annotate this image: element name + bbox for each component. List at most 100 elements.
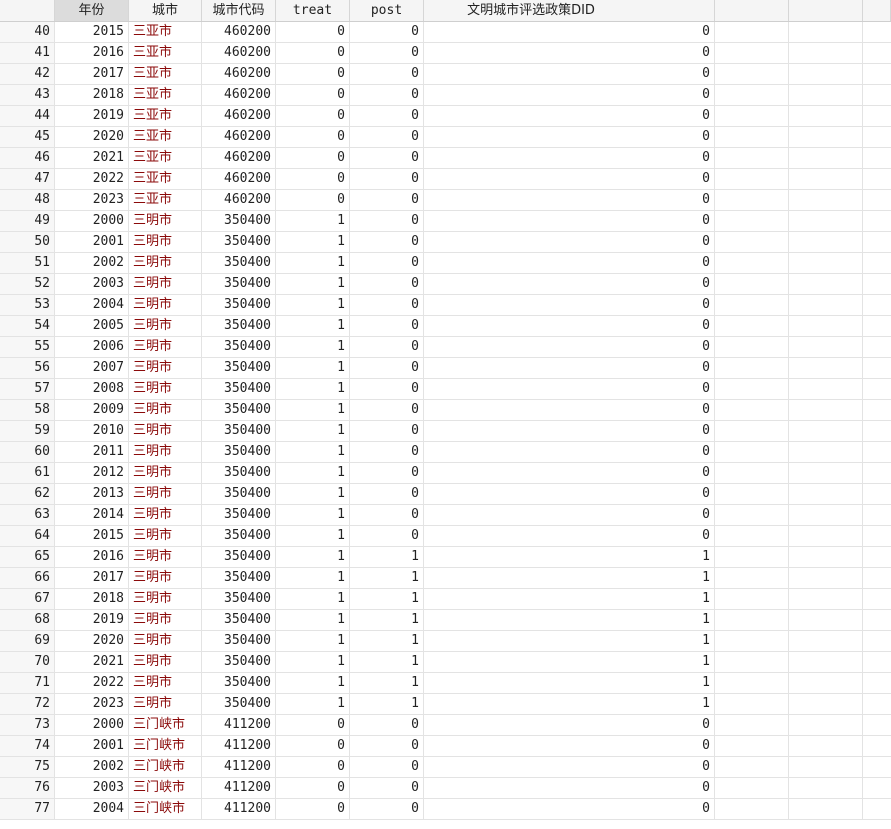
cell-year[interactable]: 2009 <box>55 400 129 420</box>
cell-post[interactable]: 0 <box>350 400 424 420</box>
cell-post[interactable]: 0 <box>350 715 424 735</box>
cell-post[interactable]: 1 <box>350 610 424 630</box>
cell-empty[interactable] <box>715 484 789 504</box>
cell-city-code[interactable]: 350400 <box>202 379 276 399</box>
cell-year[interactable]: 2003 <box>55 778 129 798</box>
table-row[interactable]: 61 2012 三明市 350400 1 0 0 <box>0 463 891 484</box>
cell-city-code[interactable]: 411200 <box>202 715 276 735</box>
cell-city-code[interactable]: 350400 <box>202 316 276 336</box>
table-row[interactable]: 55 2006 三明市 350400 1 0 0 <box>0 337 891 358</box>
cell-empty[interactable] <box>863 211 891 231</box>
cell-city-code[interactable]: 350400 <box>202 211 276 231</box>
table-row[interactable]: 60 2011 三明市 350400 1 0 0 <box>0 442 891 463</box>
cell-treat[interactable]: 0 <box>276 736 350 756</box>
row-number[interactable]: 74 <box>0 736 55 756</box>
cell-city-code[interactable]: 350400 <box>202 358 276 378</box>
table-row[interactable]: 53 2004 三明市 350400 1 0 0 <box>0 295 891 316</box>
cell-empty[interactable] <box>789 127 863 147</box>
cell-empty[interactable] <box>863 274 891 294</box>
cell-post[interactable]: 0 <box>350 421 424 441</box>
cell-empty[interactable] <box>789 379 863 399</box>
cell-empty[interactable] <box>715 148 789 168</box>
column-header-empty-2[interactable] <box>789 0 863 21</box>
cell-city[interactable]: 三亚市 <box>129 22 202 42</box>
cell-year[interactable]: 2008 <box>55 379 129 399</box>
cell-empty[interactable] <box>789 652 863 672</box>
cell-city-code[interactable]: 460200 <box>202 148 276 168</box>
row-number[interactable]: 45 <box>0 127 55 147</box>
table-row[interactable]: 44 2019 三亚市 460200 0 0 0 <box>0 106 891 127</box>
cell-city[interactable]: 三明市 <box>129 631 202 651</box>
cell-did[interactable]: 0 <box>424 22 715 42</box>
cell-city[interactable]: 三明市 <box>129 547 202 567</box>
cell-city[interactable]: 三明市 <box>129 694 202 714</box>
cell-year[interactable]: 2017 <box>55 64 129 84</box>
cell-did[interactable]: 0 <box>424 106 715 126</box>
row-number[interactable]: 49 <box>0 211 55 231</box>
cell-year[interactable]: 2004 <box>55 799 129 819</box>
cell-empty[interactable] <box>789 631 863 651</box>
cell-empty[interactable] <box>863 232 891 252</box>
cell-city-code[interactable]: 411200 <box>202 736 276 756</box>
table-row[interactable]: 74 2001 三门峡市 411200 0 0 0 <box>0 736 891 757</box>
cell-treat[interactable]: 1 <box>276 463 350 483</box>
cell-empty[interactable] <box>789 757 863 777</box>
cell-did[interactable]: 1 <box>424 673 715 693</box>
cell-empty[interactable] <box>789 568 863 588</box>
cell-empty[interactable] <box>863 547 891 567</box>
cell-city-code[interactable]: 350400 <box>202 610 276 630</box>
cell-post[interactable]: 0 <box>350 799 424 819</box>
cell-treat[interactable]: 1 <box>276 631 350 651</box>
column-header-treat[interactable]: treat <box>276 0 350 21</box>
cell-post[interactable]: 0 <box>350 337 424 357</box>
cell-post[interactable]: 1 <box>350 547 424 567</box>
cell-treat[interactable]: 0 <box>276 148 350 168</box>
table-row[interactable]: 42 2017 三亚市 460200 0 0 0 <box>0 64 891 85</box>
row-number[interactable]: 44 <box>0 106 55 126</box>
row-number[interactable]: 40 <box>0 22 55 42</box>
cell-empty[interactable] <box>789 211 863 231</box>
cell-empty[interactable] <box>789 337 863 357</box>
column-header-year[interactable]: 年份 <box>55 0 129 21</box>
cell-post[interactable]: 0 <box>350 253 424 273</box>
cell-city[interactable]: 三明市 <box>129 421 202 441</box>
cell-empty[interactable] <box>863 169 891 189</box>
cell-empty[interactable] <box>863 526 891 546</box>
cell-city[interactable]: 三明市 <box>129 526 202 546</box>
cell-year[interactable]: 2005 <box>55 316 129 336</box>
cell-empty[interactable] <box>715 736 789 756</box>
cell-did[interactable]: 0 <box>424 295 715 315</box>
row-number[interactable]: 61 <box>0 463 55 483</box>
cell-post[interactable]: 1 <box>350 673 424 693</box>
cell-treat[interactable]: 1 <box>276 274 350 294</box>
cell-did[interactable]: 1 <box>424 652 715 672</box>
row-number[interactable]: 63 <box>0 505 55 525</box>
cell-empty[interactable] <box>715 547 789 567</box>
row-number[interactable]: 51 <box>0 253 55 273</box>
cell-empty[interactable] <box>863 484 891 504</box>
cell-post[interactable]: 0 <box>350 484 424 504</box>
table-row[interactable]: 75 2002 三门峡市 411200 0 0 0 <box>0 757 891 778</box>
cell-year[interactable]: 2006 <box>55 337 129 357</box>
cell-did[interactable]: 0 <box>424 148 715 168</box>
cell-year[interactable]: 2000 <box>55 211 129 231</box>
cell-empty[interactable] <box>715 295 789 315</box>
cell-city-code[interactable]: 350400 <box>202 568 276 588</box>
cell-city[interactable]: 三明市 <box>129 316 202 336</box>
cell-did[interactable]: 0 <box>424 64 715 84</box>
cell-treat[interactable]: 1 <box>276 484 350 504</box>
cell-year[interactable]: 2004 <box>55 295 129 315</box>
row-number[interactable]: 48 <box>0 190 55 210</box>
cell-year[interactable]: 2015 <box>55 526 129 546</box>
cell-empty[interactable] <box>715 274 789 294</box>
cell-post[interactable]: 0 <box>350 358 424 378</box>
cell-city-code[interactable]: 350400 <box>202 673 276 693</box>
cell-empty[interactable] <box>863 778 891 798</box>
row-number[interactable]: 62 <box>0 484 55 504</box>
cell-treat[interactable]: 0 <box>276 22 350 42</box>
cell-post[interactable]: 0 <box>350 127 424 147</box>
cell-empty[interactable] <box>863 316 891 336</box>
cell-post[interactable]: 0 <box>350 85 424 105</box>
row-number[interactable]: 56 <box>0 358 55 378</box>
cell-city[interactable]: 三明市 <box>129 463 202 483</box>
